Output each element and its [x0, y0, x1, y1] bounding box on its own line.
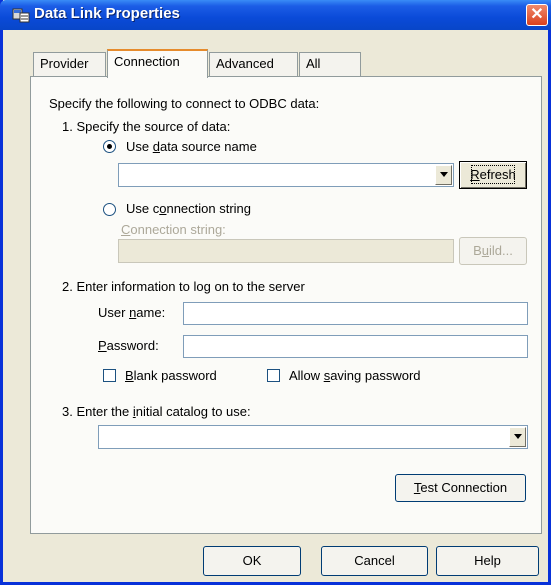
- chevron-down-icon[interactable]: [435, 165, 452, 185]
- use-connection-string-radio[interactable]: [103, 203, 116, 216]
- cancel-label: Cancel: [354, 553, 395, 568]
- intro-text: Specify the following to connect to ODBC…: [49, 96, 320, 111]
- connection-string-label: Connection string:: [121, 222, 226, 237]
- build-button[interactable]: Build...: [459, 237, 527, 265]
- build-label: Build...: [473, 243, 513, 258]
- dsn-dropdown[interactable]: [118, 163, 454, 187]
- use-dsn-label[interactable]: Use data source name: [126, 139, 257, 154]
- cancel-button[interactable]: Cancel: [321, 546, 428, 576]
- test-connection-label: Test Connection: [413, 480, 508, 495]
- step1-heading: 1. Specify the source of data:: [62, 119, 231, 134]
- refresh-button[interactable]: Refresh: [459, 161, 527, 189]
- allow-saving-password-checkbox[interactable]: [267, 369, 280, 382]
- step3-heading: 3. Enter the initial catalog to use:: [62, 404, 251, 419]
- blank-password-label[interactable]: Blank password: [125, 368, 217, 383]
- user-name-field[interactable]: [183, 302, 528, 325]
- user-name-label: User name:: [98, 305, 166, 320]
- connection-string-field[interactable]: [118, 239, 454, 263]
- refresh-label: Refresh: [468, 162, 518, 187]
- ok-label: OK: [242, 553, 262, 568]
- use-dsn-radio[interactable]: [103, 140, 116, 153]
- blank-password-checkbox[interactable]: [103, 369, 116, 382]
- help-label: Help: [474, 553, 501, 568]
- help-button[interactable]: Help: [436, 546, 539, 576]
- use-connection-string-label[interactable]: Use connection string: [126, 201, 251, 216]
- step2-heading: 2. Enter information to log on to the se…: [62, 279, 305, 294]
- initial-catalog-dropdown[interactable]: [98, 425, 528, 449]
- password-field[interactable]: [183, 335, 528, 358]
- chevron-down-icon[interactable]: [509, 427, 526, 447]
- allow-saving-password-label[interactable]: Allow saving password: [289, 368, 421, 383]
- password-label: Password:: [98, 338, 159, 353]
- ok-button[interactable]: OK: [203, 546, 301, 576]
- test-connection-button[interactable]: Test Connection: [395, 474, 526, 502]
